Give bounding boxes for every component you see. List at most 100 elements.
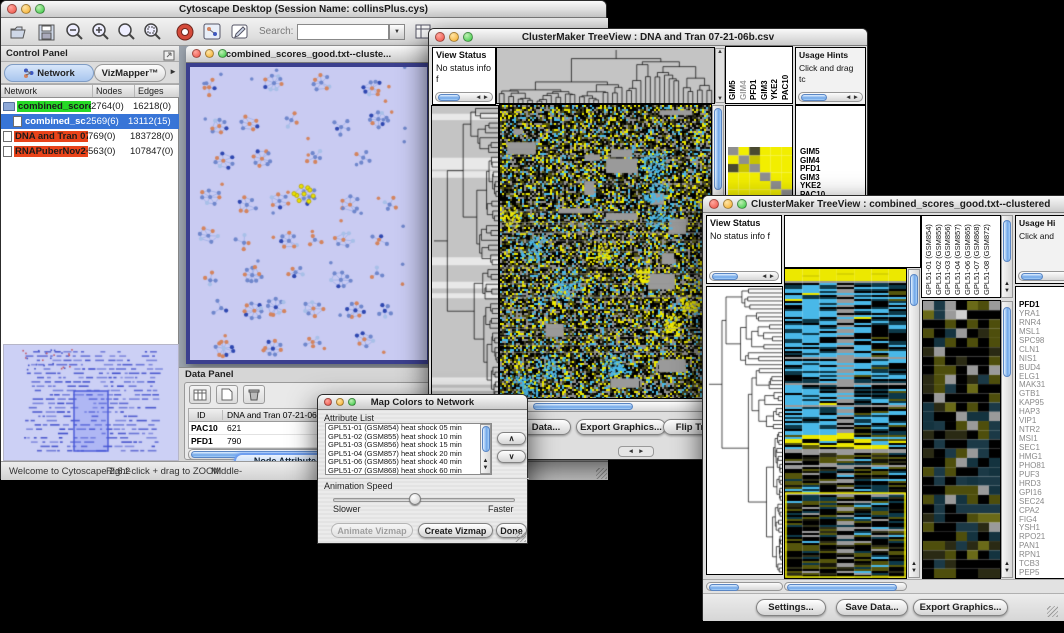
tv2-dendrogram-canvas[interactable] (707, 287, 782, 574)
zoom-button[interactable] (35, 4, 45, 14)
search-dropdown-icon[interactable]: ▼ (389, 24, 405, 40)
zoom-button[interactable] (737, 199, 747, 209)
tv1-hints-scrollbar[interactable]: ◄► (798, 92, 863, 102)
tv2-labels-vscrollbar[interactable]: ▲ ▼ (1001, 215, 1013, 298)
zoom-fit-icon[interactable] (115, 20, 139, 44)
scrollbar-thumb[interactable] (787, 584, 897, 591)
scroll-down-icon[interactable]: ▼ (909, 568, 919, 575)
tv1-left-dendrogram-canvas[interactable] (432, 106, 498, 399)
tv1-status-scrollbar[interactable]: ◄► (435, 92, 493, 102)
move-down-button[interactable]: ∨ (497, 450, 526, 463)
id-column-header[interactable]: ID (189, 410, 223, 420)
close-button[interactable] (709, 199, 719, 209)
scroll-left-icon[interactable]: ◄ (845, 94, 852, 101)
scroll-right-icon[interactable]: ► (483, 94, 490, 101)
dialog-titlebar[interactable]: Map Colors to Network (318, 395, 527, 410)
tv1-export-graphics-button[interactable]: Export Graphics... (576, 419, 666, 435)
scroll-up-icon[interactable]: ▲ (909, 561, 919, 568)
zoom-selected-icon[interactable] (141, 20, 165, 44)
scroll-down-icon[interactable]: ▼ (481, 465, 490, 472)
tv1-mini-vscroll[interactable]: ▲ ▼ (715, 48, 725, 103)
network-overview-canvas[interactable] (3, 344, 179, 461)
tv2-hints-scrollbar[interactable] (1018, 271, 1064, 281)
close-button[interactable] (192, 49, 201, 58)
select-attributes-icon[interactable] (189, 385, 211, 404)
move-up-button[interactable]: ∧ (497, 432, 526, 445)
header-edges[interactable]: Edges (135, 85, 179, 97)
scroll-up-icon[interactable]: ▲ (1002, 561, 1012, 568)
close-button[interactable] (324, 398, 332, 406)
scrollbar-thumb[interactable] (533, 403, 633, 410)
scrollbar-thumb[interactable] (709, 584, 739, 591)
tv2-save-data-button[interactable]: Save Data... (836, 599, 908, 616)
scroll-down-icon[interactable]: ▼ (1002, 288, 1012, 295)
minimize-button[interactable] (449, 32, 459, 42)
tv2-export-graphics-button[interactable]: Export Graphics... (913, 599, 1008, 616)
resize-grip[interactable] (1047, 606, 1058, 617)
minimize-button[interactable] (336, 398, 344, 406)
scrollbar-thumb[interactable] (712, 273, 738, 280)
slider-thumb[interactable] (409, 493, 421, 505)
scroll-up-icon[interactable]: ▲ (716, 49, 724, 55)
scrollbar-thumb[interactable] (910, 274, 918, 306)
close-button[interactable] (7, 4, 17, 14)
network-row[interactable]: DNA and Tran 07769(0)183728(0) (1, 129, 179, 144)
scrollbar-thumb[interactable] (482, 426, 490, 452)
zoom-in-icon[interactable] (89, 20, 113, 44)
network-row[interactable]: combined_sco2569(6)13112(15) (1, 114, 179, 129)
scrollbar-thumb[interactable] (1003, 220, 1011, 262)
tv1-bottom-scroll-arrows[interactable]: ◄► (618, 446, 654, 457)
scrollbar-thumb[interactable] (438, 94, 460, 101)
network-row[interactable]: combined_scores2764(0)16218(0) (1, 99, 179, 114)
zoom-button[interactable] (463, 32, 473, 42)
scrollbar-thumb[interactable] (1021, 273, 1043, 280)
scroll-right-icon[interactable]: ► (853, 94, 860, 101)
scroll-left-icon[interactable]: ◄ (761, 273, 768, 280)
attribute-list-item[interactable]: GPL51-07 (GSM868) heat shock 60 min (326, 467, 491, 475)
tv2-heat-hscrollbar[interactable] (784, 582, 907, 591)
minimize-button[interactable] (21, 4, 31, 14)
scroll-left-icon[interactable]: ◄ (475, 94, 482, 101)
resize-grip[interactable] (515, 531, 526, 542)
close-button[interactable] (435, 32, 445, 42)
tv2-zoom-vscrollbar[interactable]: ▲ ▼ (1001, 301, 1013, 578)
more-tabs-icon[interactable]: ► (169, 67, 177, 76)
scrollbar-thumb[interactable] (1003, 307, 1011, 377)
scroll-right-icon[interactable]: ► (638, 448, 644, 455)
tv1-correlation-matrix-canvas[interactable] (728, 147, 792, 198)
treeview1-titlebar[interactable]: ClusterMaker TreeView : DNA and Tran 07-… (429, 29, 867, 46)
open-file-icon[interactable] (7, 20, 31, 44)
scroll-arrows[interactable]: ◄► (475, 94, 490, 101)
scrollbar-thumb[interactable] (714, 108, 722, 190)
tv1-heatmap-canvas[interactable] (500, 105, 711, 398)
new-attribute-icon[interactable] (216, 385, 238, 404)
minimize-button[interactable] (723, 199, 733, 209)
zoom-out-icon[interactable] (63, 20, 87, 44)
header-network[interactable]: Network (1, 85, 93, 97)
annotation-icon[interactable] (229, 20, 253, 44)
tv2-heatmap-vscrollbar[interactable]: ▲ ▼ (908, 269, 920, 578)
save-icon[interactable] (35, 20, 59, 44)
tv2-dendro-hscrollbar[interactable] (706, 582, 783, 591)
animate-vizmap-button[interactable]: Animate Vizmap (331, 523, 413, 538)
tv2-heatmap-canvas[interactable] (785, 269, 906, 578)
scroll-arrows[interactable]: ◄► (845, 94, 860, 101)
tab-vizmapper[interactable]: VizMapper™ (94, 64, 166, 82)
zoom-button[interactable] (348, 398, 356, 406)
network-window-titlebar[interactable]: combined_scores_good.txt--cluste... (186, 46, 431, 63)
search-input[interactable] (297, 24, 389, 40)
help-ring-icon[interactable] (173, 20, 197, 44)
scroll-right-icon[interactable]: ► (769, 273, 776, 280)
zoom-button[interactable] (218, 49, 227, 58)
treeview2-titlebar[interactable]: ClusterMaker TreeView : combined_scores_… (703, 196, 1064, 213)
tv1-heatmap-hscrollbar[interactable] (500, 401, 711, 412)
scroll-up-icon[interactable]: ▲ (481, 458, 490, 465)
attribute-list-scrollbar[interactable]: ▲ ▼ (480, 424, 491, 474)
vizmapper-icon[interactable] (201, 20, 225, 44)
resize-grip[interactable] (596, 468, 607, 479)
scroll-arrows[interactable]: ◄► (761, 273, 776, 280)
scroll-left-icon[interactable]: ◄ (628, 448, 634, 455)
tv2-zoom-heatmap-canvas[interactable] (923, 301, 1000, 578)
tv1-save-data-button[interactable]: Data... (521, 419, 571, 435)
network-row[interactable]: RNAPuberNov2+563(0)107847(0) (1, 144, 179, 159)
